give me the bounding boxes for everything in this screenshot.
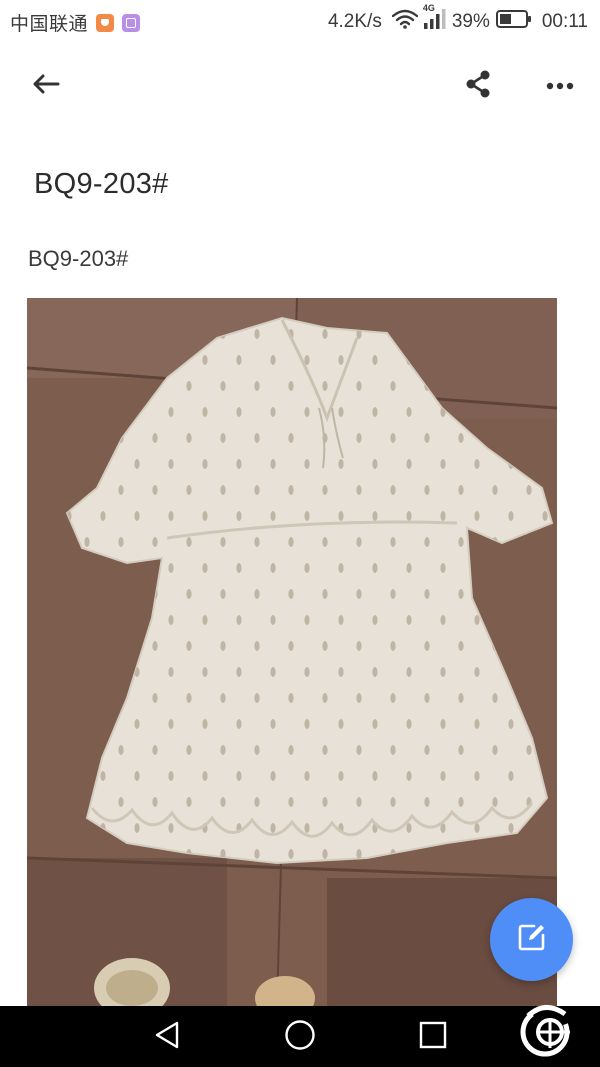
clock: 00:11 bbox=[541, 11, 588, 32]
white-eyelet-dress-photo bbox=[27, 298, 557, 1006]
edit-button[interactable] bbox=[490, 898, 573, 981]
more-horizontal-icon bbox=[546, 77, 574, 95]
note-body-text: BQ9-203# bbox=[28, 246, 129, 271]
purple-gallery-icon bbox=[122, 13, 141, 32]
orange-app-icon bbox=[96, 13, 115, 32]
more-options-button[interactable] bbox=[536, 66, 584, 106]
network-speed: 4.2K/s bbox=[327, 11, 382, 32]
nav-recent-apps-button[interactable] bbox=[409, 1016, 457, 1058]
nav-home-circle-icon bbox=[284, 1019, 316, 1056]
arrow-back-icon bbox=[32, 73, 60, 100]
signal-group: 4G bbox=[423, 3, 446, 35]
screen: 中国联通 4.2K/s 4G 39% 00:11 BQ9-203# BQ9-20… bbox=[0, 0, 600, 1067]
back-button[interactable] bbox=[22, 68, 70, 104]
nav-back-button[interactable] bbox=[143, 1016, 191, 1058]
share-icon bbox=[465, 70, 491, 103]
share-button[interactable] bbox=[455, 66, 501, 106]
carrier-name: 中国联通 bbox=[10, 14, 89, 35]
page-title: BQ9-203# bbox=[34, 168, 169, 200]
nav-recent-square-icon bbox=[419, 1021, 447, 1054]
nav-back-triangle-icon bbox=[154, 1020, 180, 1055]
dress-photo[interactable] bbox=[27, 298, 557, 1006]
network-type: 4G bbox=[422, 3, 435, 13]
nav-home-button[interactable] bbox=[276, 1016, 324, 1058]
battery-percent: 39% bbox=[451, 11, 490, 32]
edit-icon bbox=[517, 922, 547, 957]
battery-icon bbox=[495, 10, 532, 34]
watermark-logo bbox=[510, 990, 580, 1060]
app-bar bbox=[0, 56, 600, 116]
wifi-icon bbox=[391, 9, 419, 35]
status-bar: 中国联通 4.2K/s 4G 39% 00:11 bbox=[0, 0, 600, 42]
status-right: 4.2K/s 4G 39% 00:11 bbox=[327, 3, 588, 35]
status-left: 中国联通 bbox=[10, 9, 141, 36]
